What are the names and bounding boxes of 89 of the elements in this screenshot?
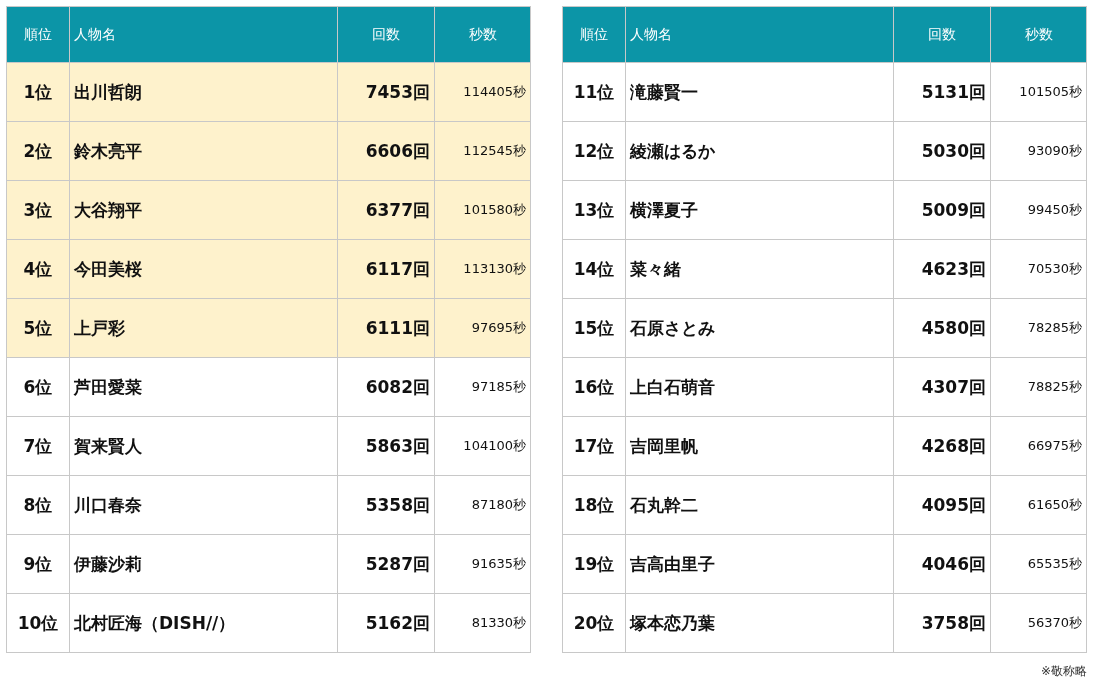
column-header: 秒数 (434, 6, 531, 63)
rank-cell: 12位 (562, 121, 626, 181)
name-cell: 吉岡里帆 (625, 416, 894, 476)
column-header: 順位 (562, 6, 626, 63)
count-cell: 4580回 (893, 298, 991, 358)
name-cell: 滝藤賢一 (625, 62, 894, 122)
name-cell: 上戸彩 (69, 298, 338, 358)
rank-cell: 9位 (6, 534, 70, 594)
count-cell: 6082回 (337, 357, 435, 417)
count-cell: 5358回 (337, 475, 435, 535)
seconds-cell: 97695秒 (434, 298, 531, 358)
column-header: 順位 (6, 6, 70, 63)
count-cell: 4307回 (893, 357, 991, 417)
count-cell: 4095回 (893, 475, 991, 535)
name-cell: 大谷翔平 (69, 180, 338, 240)
column-header: 回数 (337, 6, 435, 63)
seconds-cell: 101580秒 (434, 180, 531, 240)
rank-cell: 14位 (562, 239, 626, 299)
rank-cell: 11位 (562, 62, 626, 122)
count-cell: 3758回 (893, 593, 991, 653)
seconds-cell: 112545秒 (434, 121, 531, 181)
count-cell: 6117回 (337, 239, 435, 299)
rank-cell: 5位 (6, 298, 70, 358)
name-cell: 石丸幹二 (625, 475, 894, 535)
column-header: 人物名 (625, 6, 894, 63)
seconds-cell: 78825秒 (990, 357, 1087, 417)
seconds-cell: 101505秒 (990, 62, 1087, 122)
count-cell: 5863回 (337, 416, 435, 476)
count-cell: 5030回 (893, 121, 991, 181)
name-cell: 伊藤沙莉 (69, 534, 338, 594)
count-cell: 5009回 (893, 180, 991, 240)
column-header: 人物名 (69, 6, 338, 63)
name-cell: 上白石萌音 (625, 357, 894, 417)
rank-cell: 15位 (562, 298, 626, 358)
rank-cell: 13位 (562, 180, 626, 240)
seconds-cell: 78285秒 (990, 298, 1087, 358)
name-cell: 菜々緒 (625, 239, 894, 299)
rank-cell: 19位 (562, 534, 626, 594)
seconds-cell: 97185秒 (434, 357, 531, 417)
seconds-cell: 113130秒 (434, 239, 531, 299)
name-cell: 今田美桜 (69, 239, 338, 299)
seconds-cell: 87180秒 (434, 475, 531, 535)
count-cell: 6111回 (337, 298, 435, 358)
seconds-cell: 99450秒 (990, 180, 1087, 240)
count-cell: 4623回 (893, 239, 991, 299)
count-cell: 5162回 (337, 593, 435, 653)
honorifics-note: ※敬称略 (1039, 663, 1087, 680)
rank-cell: 3位 (6, 180, 70, 240)
seconds-cell: 56370秒 (990, 593, 1087, 653)
rank-cell: 20位 (562, 593, 626, 653)
name-cell: 北村匠海（DISH//） (69, 593, 338, 653)
rank-cell: 2位 (6, 121, 70, 181)
name-cell: 賀来賢人 (69, 416, 338, 476)
count-cell: 6377回 (337, 180, 435, 240)
seconds-cell: 93090秒 (990, 121, 1087, 181)
seconds-cell: 104100秒 (434, 416, 531, 476)
rank-cell: 18位 (562, 475, 626, 535)
rank-cell: 7位 (6, 416, 70, 476)
seconds-cell: 91635秒 (434, 534, 531, 594)
seconds-cell: 65535秒 (990, 534, 1087, 594)
name-cell: 吉高由里子 (625, 534, 894, 594)
rank-cell: 1位 (6, 62, 70, 122)
rank-cell: 16位 (562, 357, 626, 417)
count-cell: 4268回 (893, 416, 991, 476)
name-cell: 芦田愛菜 (69, 357, 338, 417)
column-header: 回数 (893, 6, 991, 63)
name-cell: 鈴木亮平 (69, 121, 338, 181)
seconds-cell: 114405秒 (434, 62, 531, 122)
seconds-cell: 61650秒 (990, 475, 1087, 535)
name-cell: 綾瀬はるか (625, 121, 894, 181)
column-header: 秒数 (990, 6, 1087, 63)
name-cell: 石原さとみ (625, 298, 894, 358)
count-cell: 5287回 (337, 534, 435, 594)
name-cell: 横澤夏子 (625, 180, 894, 240)
seconds-cell: 81330秒 (434, 593, 531, 653)
name-cell: 川口春奈 (69, 475, 338, 535)
rank-cell: 17位 (562, 416, 626, 476)
count-cell: 6606回 (337, 121, 435, 181)
seconds-cell: 70530秒 (990, 239, 1087, 299)
count-cell: 7453回 (337, 62, 435, 122)
rank-cell: 8位 (6, 475, 70, 535)
count-cell: 5131回 (893, 62, 991, 122)
rank-cell: 4位 (6, 239, 70, 299)
count-cell: 4046回 (893, 534, 991, 594)
name-cell: 出川哲朗 (69, 62, 338, 122)
rank-cell: 6位 (6, 357, 70, 417)
name-cell: 塚本恋乃葉 (625, 593, 894, 653)
rank-cell: 10位 (6, 593, 70, 653)
seconds-cell: 66975秒 (990, 416, 1087, 476)
